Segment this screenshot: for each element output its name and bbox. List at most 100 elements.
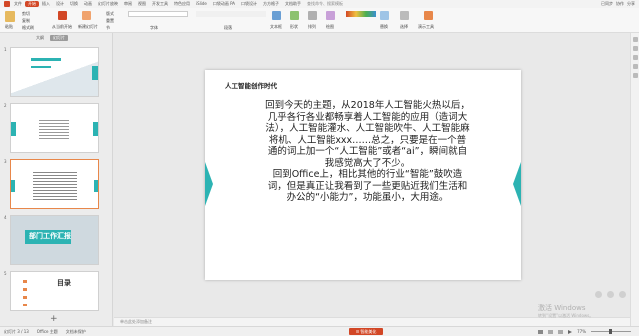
thumb4-title: 部门工作汇报	[29, 232, 71, 240]
cut-button[interactable]: 剪切	[22, 11, 30, 17]
right-tool-panel	[630, 33, 639, 326]
tab-slideshow[interactable]: 幻灯片放映	[95, 0, 121, 8]
tab-design[interactable]: 设计	[53, 0, 67, 8]
collab-button[interactable]: 协作	[616, 1, 624, 7]
float-button-icon[interactable]	[595, 291, 602, 298]
copy-button[interactable]: 复制	[22, 18, 30, 24]
thumb-bar	[31, 66, 51, 68]
slide-paragraph-2: 回到Office上，相比其他的行业“智能”鼓吹造词，但是真正让我看到了一些更贴近…	[267, 169, 468, 203]
play-icon[interactable]	[568, 329, 573, 334]
watermark-line-2: 转到“设置”以激活 Windows。	[538, 313, 594, 318]
thumb-text-block	[39, 118, 69, 140]
zoom-level[interactable]: 77%	[577, 329, 586, 334]
textbox-icon[interactable]	[272, 11, 281, 20]
slide-thumbnail-5[interactable]: 目录	[10, 271, 99, 311]
float-button-icon[interactable]	[619, 291, 626, 298]
paste-icon[interactable]	[5, 11, 15, 22]
presentation-tools-button[interactable]: 演示工具	[418, 24, 434, 30]
tab-pocket-animation[interactable]: 口袋动画 PA	[210, 0, 238, 8]
thumb-number: 1	[4, 47, 7, 52]
replace-icon[interactable]	[380, 11, 389, 20]
play-from-current-button[interactable]: 从当前开始	[52, 24, 72, 30]
side-tool-icon[interactable]	[633, 46, 638, 51]
textbox-button[interactable]: 文本框	[270, 24, 282, 30]
protect-status[interactable]: 文档未保护	[66, 329, 86, 335]
slide-title[interactable]: 人工智能创作时代	[225, 80, 277, 90]
float-button-icon[interactable]	[607, 291, 614, 298]
side-tool-icon[interactable]	[633, 64, 638, 69]
search-command[interactable]: 查找命令、搜索模板	[304, 0, 346, 8]
thumb-text-block	[33, 170, 77, 202]
menu-bar: 文件 开始 插入 设计 切换 动画 幻灯片放映 审阅 视图 开发工具 特色应用 …	[0, 0, 639, 8]
slide-body-text[interactable]: 回到今天的主题，从2018年人工智能火热以后，几乎各行各业都畅享着人工智能的应用…	[265, 100, 470, 204]
format-painter-button[interactable]: 格式刷	[22, 25, 34, 31]
replace-button[interactable]: 替换	[380, 24, 388, 30]
font-family-select[interactable]	[128, 11, 188, 17]
tab-view[interactable]: 视图	[135, 0, 149, 8]
view-normal-icon[interactable]	[538, 329, 544, 334]
thumb-accent	[11, 122, 16, 136]
thumb-number: 5	[4, 271, 7, 276]
arrange-button[interactable]: 排列	[308, 24, 316, 30]
new-slide-icon[interactable]	[82, 11, 91, 20]
thumb-number: 3	[4, 159, 7, 164]
view-reading-icon[interactable]	[558, 329, 564, 334]
tab-slides[interactable]: 幻灯片	[50, 35, 68, 41]
zoom-slider[interactable]	[591, 329, 631, 334]
slide-thumbnail-1[interactable]	[10, 47, 99, 97]
thumb-bar	[31, 58, 61, 61]
tab-insert[interactable]: 插入	[39, 0, 53, 8]
thumb-accent	[92, 66, 98, 80]
side-tool-icon[interactable]	[633, 73, 638, 78]
side-tool-icon[interactable]	[633, 37, 638, 42]
tab-transition[interactable]: 切换	[67, 0, 81, 8]
zoom-slider-thumb[interactable]	[609, 329, 612, 334]
font-group-label: 字体	[150, 25, 158, 30]
presentation-tools-icon[interactable]	[424, 11, 433, 20]
add-slide-button[interactable]: +	[50, 314, 58, 324]
thumb-list-dots	[23, 280, 27, 306]
reset-button[interactable]: 重置	[106, 18, 114, 24]
tab-outline[interactable]: 大纲	[36, 35, 44, 41]
view-sorter-icon[interactable]	[548, 329, 554, 334]
tab-pocket-design[interactable]: 口袋设计	[238, 0, 260, 8]
arrange-icon[interactable]	[308, 11, 317, 20]
layout-button[interactable]: 版式	[106, 11, 114, 17]
play-from-current-icon[interactable]	[58, 11, 67, 20]
tab-file[interactable]: 文件	[11, 0, 25, 8]
tab-fangfang[interactable]: 方方格子	[260, 0, 282, 8]
paste-button[interactable]: 粘贴	[5, 24, 13, 30]
tab-animation[interactable]: 动画	[81, 0, 95, 8]
slide-thumbnail-3[interactable]	[10, 159, 99, 209]
status-left: 幻灯片 3 / 13 Office 主题 文档未保护	[4, 329, 86, 335]
drawing-button[interactable]: 绘图	[326, 24, 334, 30]
app-logo-icon	[3, 1, 11, 7]
sync-status[interactable]: 已同步	[601, 1, 613, 7]
slide-thumbnail-2[interactable]	[10, 103, 99, 153]
tab-review[interactable]: 审阅	[121, 0, 135, 8]
select-icon[interactable]	[400, 11, 409, 20]
smart-beautify-button[interactable]: ☰ 智能美化	[349, 328, 383, 335]
thumb-accent	[11, 180, 15, 192]
tab-islide[interactable]: iSlide	[193, 0, 210, 8]
paragraph-group-label: 段落	[224, 25, 232, 30]
thumb-number: 2	[4, 103, 7, 108]
select-button[interactable]: 选择	[400, 24, 408, 30]
shapes-button[interactable]: 形状	[290, 24, 298, 30]
side-tool-icon[interactable]	[633, 55, 638, 60]
drawing-icon[interactable]	[326, 11, 335, 20]
paragraph-controls[interactable]	[196, 11, 266, 17]
color-swatches[interactable]	[346, 11, 376, 17]
section-button[interactable]: 节	[106, 25, 110, 31]
new-slide-button[interactable]: 新建幻灯片	[78, 24, 98, 30]
tab-home[interactable]: 开始	[25, 1, 39, 7]
status-bar: 幻灯片 3 / 13 Office 主题 文档未保护 ☰ 智能美化 77%	[0, 326, 639, 336]
current-slide[interactable]: 人工智能创作时代 回到今天的主题，从2018年人工智能火热以后，几乎各行各业都畅…	[205, 70, 521, 280]
share-button[interactable]: 分享	[627, 1, 635, 7]
slide-thumbnail-4[interactable]: 部门工作汇报	[10, 215, 99, 265]
shapes-icon[interactable]	[290, 11, 299, 20]
tab-developer[interactable]: 开发工具	[149, 0, 171, 8]
thumb-accent	[94, 180, 98, 192]
tab-doc-helper[interactable]: 文档助手	[282, 0, 304, 8]
tab-features[interactable]: 特色应用	[171, 0, 193, 8]
